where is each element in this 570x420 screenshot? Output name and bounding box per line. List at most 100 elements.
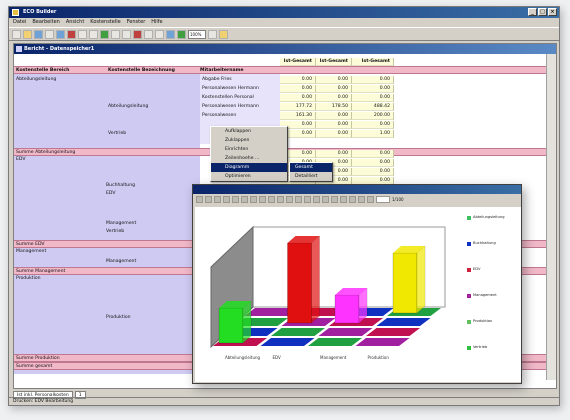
- menu-datei[interactable]: Datei: [13, 18, 26, 27]
- table-cell[interactable]: 0.00: [352, 76, 394, 84]
- bar-management[interactable]: [334, 287, 368, 324]
- bold-icon[interactable]: [144, 29, 153, 39]
- chart-tool-icon[interactable]: [313, 196, 320, 203]
- table-cell[interactable]: [16, 130, 106, 138]
- table-cell[interactable]: 0.00: [316, 94, 352, 102]
- table-cell[interactable]: 0.00: [316, 85, 352, 93]
- print-icon[interactable]: [45, 29, 54, 39]
- menu-item-einrichten[interactable]: Einrichten: [211, 145, 287, 154]
- table-cell[interactable]: 0.00: [316, 112, 352, 120]
- chart-tool-icon[interactable]: [232, 196, 239, 203]
- table-cell[interactable]: 0.00: [280, 76, 316, 84]
- table-cell[interactable]: 1.00: [352, 130, 394, 138]
- table-cell[interactable]: 0.00: [352, 94, 394, 102]
- chart-plot-area[interactable]: Abteilungsleitung EDV Management Produktion…: [195, 207, 521, 382]
- table-cell[interactable]: [16, 112, 106, 120]
- paste-icon[interactable]: [89, 29, 98, 39]
- table-cell[interactable]: [16, 121, 106, 129]
- new-icon[interactable]: [12, 29, 21, 39]
- column-header[interactable]: Ist-Gesamt: [316, 58, 352, 66]
- chart-tool-icon[interactable]: [205, 196, 212, 203]
- save-icon[interactable]: [34, 29, 43, 39]
- sort-icon[interactable]: [100, 29, 109, 39]
- grid-icon[interactable]: [166, 29, 175, 39]
- table-cell[interactable]: 0.00: [316, 150, 352, 158]
- table-cell[interactable]: 0.00: [280, 85, 316, 93]
- chart-zoom-field[interactable]: [376, 196, 390, 203]
- table-cell[interactable]: 0.00: [352, 159, 394, 167]
- table-cell[interactable]: 177.72: [280, 103, 316, 111]
- zoom-dropdown-icon[interactable]: [208, 29, 217, 39]
- table-cell[interactable]: [108, 112, 198, 120]
- table-cell[interactable]: 0.00: [352, 121, 394, 129]
- preview-icon[interactable]: [56, 29, 65, 39]
- table-cell[interactable]: Personalwesen Hermann: [202, 103, 280, 111]
- help-icon[interactable]: [219, 29, 228, 39]
- table-row[interactable]: Personalwesen Hermann 0.00 0.00 0.00: [14, 85, 548, 93]
- table-cell[interactable]: Abteilungsleitung: [108, 103, 198, 111]
- open-icon[interactable]: [23, 29, 32, 39]
- submenu-item-gesamt[interactable]: Gesamt: [290, 163, 332, 172]
- chart-tool-icon[interactable]: [214, 196, 221, 203]
- menu-item-diagramm[interactable]: Diagramm: [211, 163, 287, 172]
- table-cell[interactable]: 161.30: [280, 112, 316, 120]
- chart-tool-icon[interactable]: [223, 196, 230, 203]
- minimize-button[interactable]: _: [528, 8, 537, 16]
- chart-tool-icon[interactable]: [358, 196, 365, 203]
- table-cell[interactable]: 178.50: [316, 103, 352, 111]
- table-cell[interactable]: Vertrieb: [108, 130, 198, 138]
- menu-item-aufklappen[interactable]: Aufklappen: [211, 127, 287, 136]
- table-row[interactable]: Abteilungsleitung Abgabe Fries 0.00 0.00 0.0…: [14, 76, 548, 84]
- chart-tool-icon[interactable]: [241, 196, 248, 203]
- chart-tool-icon[interactable]: [331, 196, 338, 203]
- bar-produktion[interactable]: [392, 245, 426, 314]
- chart-tool-icon[interactable]: [196, 196, 203, 203]
- submenu-item-detailliert[interactable]: Detailliert: [290, 172, 332, 181]
- table-cell[interactable]: Abgabe Fries: [202, 76, 280, 84]
- filter-icon[interactable]: [111, 29, 120, 39]
- column-header[interactable]: Ist-Gesamt: [352, 58, 394, 66]
- menu-item-optimieren[interactable]: Optimieren: [211, 172, 287, 181]
- bar-abteilungsleitung[interactable]: [218, 300, 252, 344]
- table-row[interactable]: Kostenstellen Personal 0.00 0.00 0.00: [14, 94, 548, 102]
- table-row[interactable]: Personalwesen 161.30 0.00 200.00: [14, 112, 548, 120]
- table-cell[interactable]: [108, 121, 198, 129]
- chart-tool-icon[interactable]: [340, 196, 347, 203]
- table-cell[interactable]: Personalwesen Hermann: [202, 85, 280, 93]
- table-cell[interactable]: [16, 103, 106, 111]
- italic-icon[interactable]: [155, 29, 164, 39]
- table-row[interactable]: Abteilungsleitung Personalwesen Hermann 17…: [14, 103, 548, 111]
- table-cell[interactable]: Kostenstellen Personal: [202, 94, 280, 102]
- table-cell[interactable]: 0.00: [316, 76, 352, 84]
- menu-ansicht[interactable]: Ansicht: [66, 18, 84, 27]
- column-header[interactable]: Ist-Gesamt: [280, 58, 316, 66]
- chart-icon[interactable]: [177, 29, 186, 39]
- chart-tool-icon[interactable]: [322, 196, 329, 203]
- table-cell[interactable]: [16, 85, 106, 93]
- cut-icon[interactable]: [67, 29, 76, 39]
- zoom-select[interactable]: 100%: [188, 29, 206, 39]
- chart-tool-icon[interactable]: [295, 196, 302, 203]
- menu-bearbeiten[interactable]: Bearbeiten: [32, 18, 59, 27]
- chart-tool-icon[interactable]: [259, 196, 266, 203]
- table-cell[interactable]: 0.00: [316, 130, 352, 138]
- table-cell[interactable]: 200.00: [352, 112, 394, 120]
- table-cell[interactable]: [16, 94, 106, 102]
- table-cell[interactable]: [108, 76, 198, 84]
- menu-fenster[interactable]: Fenster: [127, 18, 146, 27]
- undo-icon[interactable]: [133, 29, 142, 39]
- menu-hilfe[interactable]: Hilfe: [151, 18, 162, 27]
- vertical-scrollbar[interactable]: [546, 54, 556, 380]
- chart-tool-icon[interactable]: [286, 196, 293, 203]
- bar-edv[interactable]: [287, 235, 320, 324]
- sum-icon[interactable]: [122, 29, 131, 39]
- copy-icon[interactable]: [78, 29, 87, 39]
- chart-tool-icon[interactable]: [304, 196, 311, 203]
- menu-kostenstelle[interactable]: Kostenstelle: [90, 18, 120, 27]
- table-cell[interactable]: 488.42: [352, 103, 394, 111]
- close-button[interactable]: ×: [548, 8, 557, 16]
- table-cell[interactable]: [108, 94, 198, 102]
- chart-tool-icon[interactable]: [277, 196, 284, 203]
- table-cell[interactable]: [108, 85, 198, 93]
- menu-item-zeilenhoehe[interactable]: Zeilenhoehe ...: [211, 154, 287, 163]
